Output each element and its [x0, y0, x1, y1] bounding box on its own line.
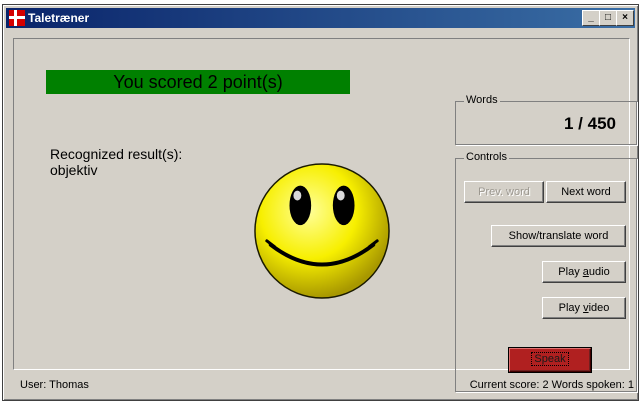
- word-counter: 1 / 450: [564, 114, 616, 133]
- prev-word-button[interactable]: Prev. word: [464, 181, 544, 203]
- recognized-value: objektiv: [50, 162, 98, 178]
- words-group: Words 1 / 450: [455, 94, 637, 145]
- smiley-face-icon: [254, 163, 390, 299]
- score-banner: You scored 2 point(s): [46, 70, 350, 94]
- play-audio-button[interactable]: Play audio: [542, 261, 626, 283]
- minimize-button[interactable]: _: [582, 10, 600, 26]
- controls-group: Controls Prev. word Next word Show/trans…: [455, 151, 637, 392]
- danish-flag-icon: [9, 10, 25, 26]
- play-video-button[interactable]: Play video: [542, 297, 626, 319]
- recognized-results: Recognized result(s): objektiv: [50, 146, 182, 178]
- app-window: Taletræner _ □ × You scored 2 point(s) R…: [2, 4, 639, 401]
- maximize-button[interactable]: □: [599, 10, 617, 26]
- status-user: User: Thomas: [20, 379, 89, 391]
- recognized-label: Recognized result(s):: [50, 146, 183, 162]
- controls-group-label: Controls: [464, 151, 509, 163]
- main-panel: You scored 2 point(s) Recognized result(…: [13, 38, 637, 392]
- close-button[interactable]: ×: [616, 10, 634, 26]
- title-bar[interactable]: Taletræner _ □ ×: [6, 8, 635, 28]
- show-translate-word-button[interactable]: Show/translate word: [491, 225, 626, 247]
- status-stats: Current score: 2 Words spoken: 1: [469, 379, 634, 391]
- speak-button[interactable]: Speak: [509, 348, 591, 372]
- next-word-button[interactable]: Next word: [546, 181, 626, 203]
- window-title: Taletræner: [28, 11, 90, 25]
- words-group-label: Words: [464, 94, 500, 106]
